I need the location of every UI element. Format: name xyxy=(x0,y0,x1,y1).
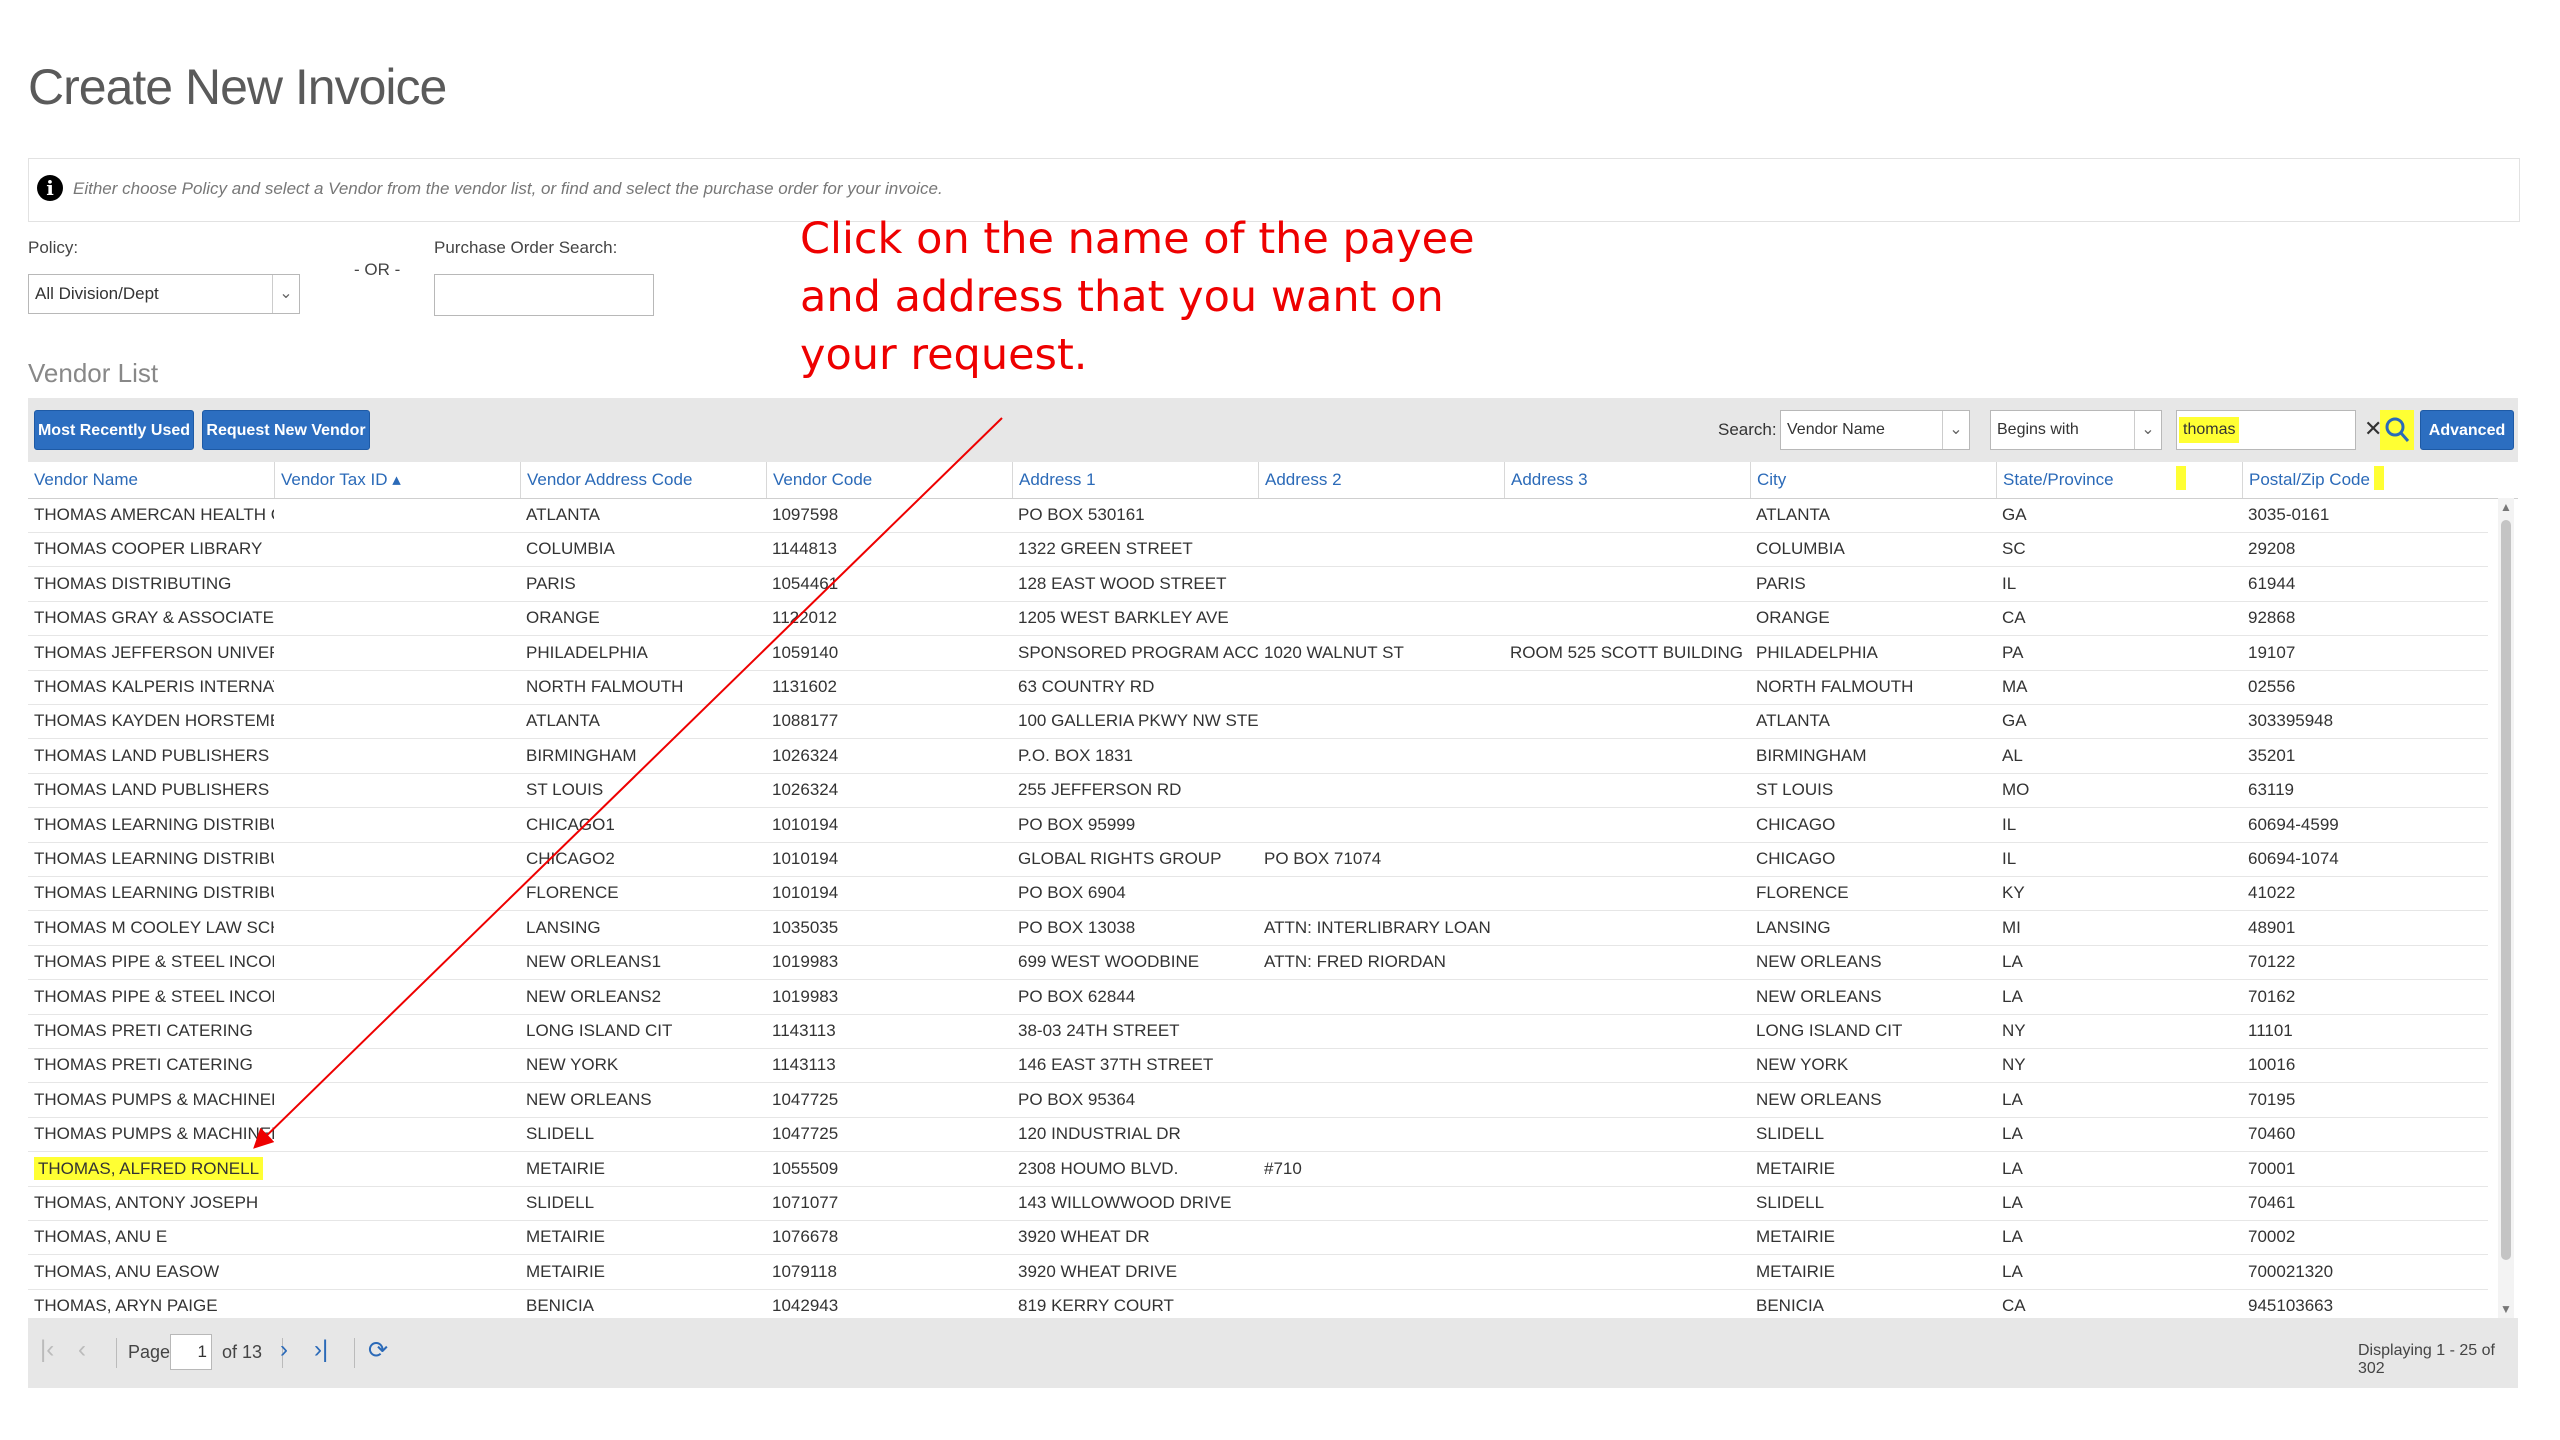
annotation-arrow xyxy=(253,417,1003,1149)
arrow-line xyxy=(253,417,1003,1149)
